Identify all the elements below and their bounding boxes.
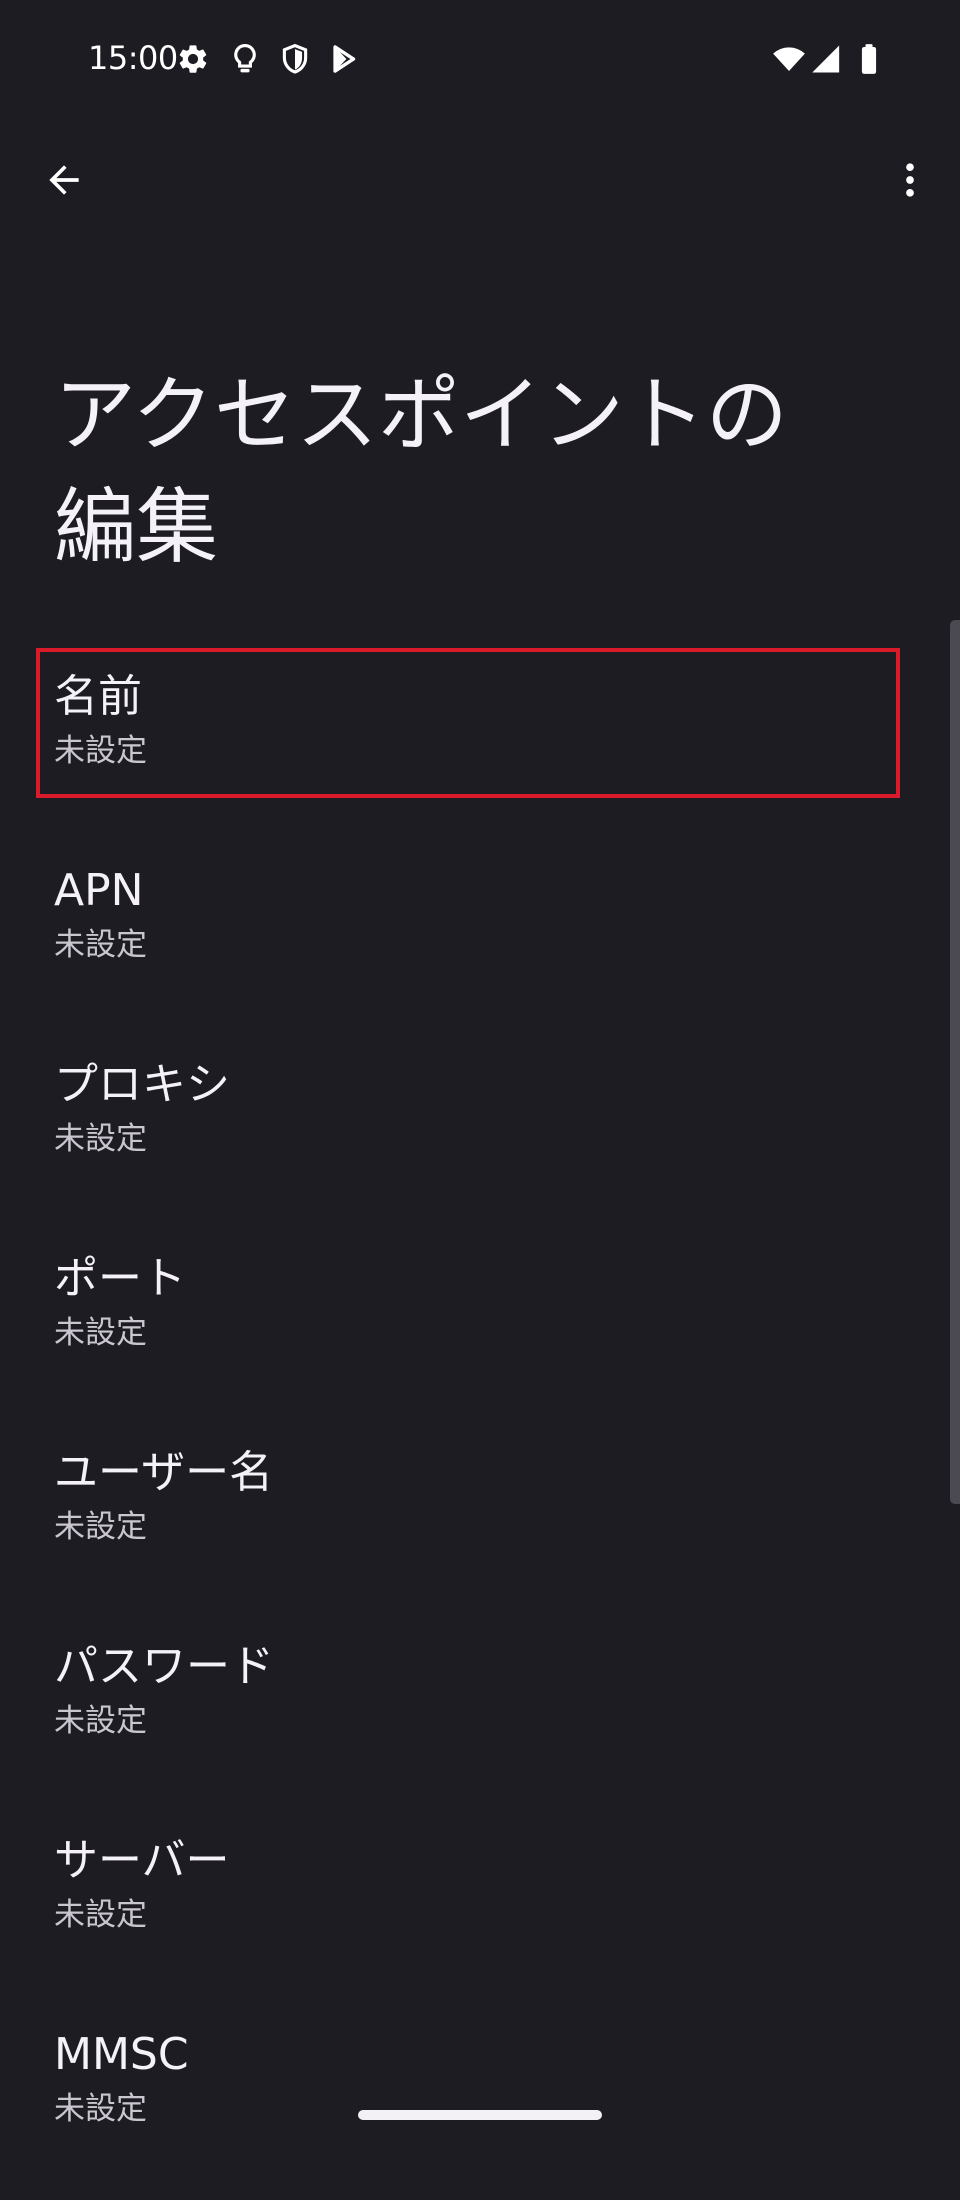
setting-title: MMSC — [54, 2029, 189, 2080]
lightbulb-icon — [234, 43, 256, 73]
setting-title: APN — [54, 865, 144, 916]
setting-title: ユーザー名 — [54, 1447, 274, 1498]
setting-item-server[interactable]: サーバー 未設定 — [0, 1812, 960, 2006]
setting-title: ポート — [54, 1253, 186, 1304]
status-time: 15:00 — [88, 39, 178, 77]
setting-summary: 未設定 — [54, 1703, 147, 1739]
shield-icon — [282, 43, 308, 74]
gesture-nav-bar[interactable] — [358, 2110, 602, 2120]
setting-item-username[interactable]: ユーザー名 未設定 — [0, 1424, 960, 1618]
setting-summary: 未設定 — [54, 1509, 147, 1545]
setting-summary: 未設定 — [54, 1897, 147, 1933]
setting-summary: 未設定 — [54, 1315, 147, 1351]
setting-title: サーバー — [54, 1835, 230, 1886]
setting-title: 名前 — [54, 671, 142, 722]
setting-item-password[interactable]: パスワード 未設定 — [0, 1618, 960, 1812]
page-title: アクセスポイントの 編集 — [54, 360, 874, 584]
status-bar: 15:00 — [0, 0, 960, 118]
page-title-line2: 編集 — [54, 480, 219, 575]
play-store-icon — [333, 45, 356, 73]
setting-item-apn[interactable]: APN 未設定 — [0, 842, 960, 1036]
page-title-line1: アクセスポイントの — [54, 368, 788, 463]
wifi-icon — [773, 47, 805, 72]
setting-item-mmsc[interactable]: MMSC 未設定 — [0, 2006, 960, 2200]
scrollbar[interactable] — [950, 620, 960, 1504]
setting-summary: 未設定 — [54, 2091, 147, 2127]
gear-icon — [179, 45, 207, 73]
battery-icon — [861, 44, 877, 74]
setting-summary: 未設定 — [54, 1121, 147, 1157]
setting-summary: 未設定 — [54, 927, 147, 963]
setting-summary: 未設定 — [54, 733, 147, 769]
back-button[interactable] — [20, 136, 108, 224]
highlight-box — [36, 648, 900, 798]
more-options-button[interactable] — [866, 136, 954, 224]
setting-item-port[interactable]: ポート 未設定 — [0, 1230, 960, 1424]
setting-item-proxy[interactable]: プロキシ 未設定 — [0, 1036, 960, 1230]
app-bar — [0, 118, 960, 242]
setting-item-name[interactable]: 名前 未設定 — [0, 648, 960, 842]
setting-title: プロキシ — [54, 1059, 230, 1110]
apn-settings-list: 名前 未設定 APN 未設定 プロキシ 未設定 ポート 未設定 ユーザー名 未設… — [0, 648, 960, 2200]
back-arrow-icon — [49, 165, 79, 195]
setting-title: パスワード — [54, 1641, 274, 1692]
more-vert-icon — [906, 163, 914, 197]
cell-signal-icon — [812, 45, 840, 73]
